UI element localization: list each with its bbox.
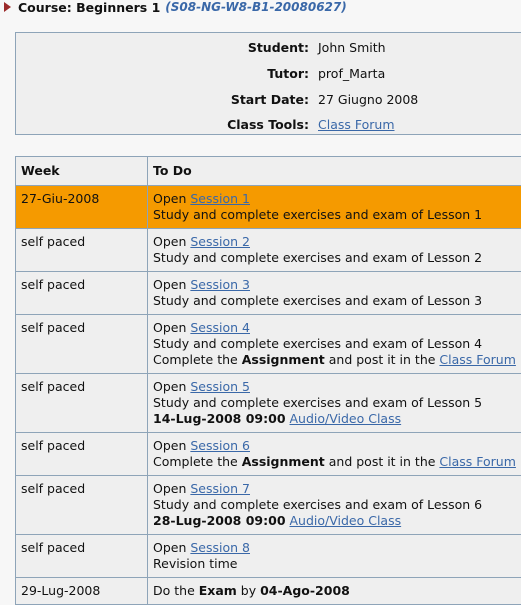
session-1-link[interactable]: Session 1 (190, 191, 250, 206)
session-4-link[interactable]: Session 4 (190, 320, 250, 335)
course-header: Course: Beginners 1 (S08-NG-W8-B1-200806… (4, 0, 347, 14)
table-header-row: Week To Do (16, 157, 521, 186)
todo-cell: Open Session 1 Study and complete exerci… (148, 186, 521, 229)
assignment-text: Assignment (242, 352, 325, 367)
todo-cell: Open Session 6 Complete the Assignment a… (148, 433, 521, 476)
class-forum-link[interactable]: Class Forum (439, 352, 516, 367)
tutor-label: Tutor: (267, 66, 309, 81)
assignment-text: Assignment (242, 454, 325, 469)
audio-video-class-link[interactable]: Audio/Video Class (290, 411, 402, 426)
table-row: self paced Open Session 4 Study and comp… (16, 315, 521, 374)
study-text: Study and complete exercises and exam of… (153, 293, 482, 308)
start-date-value: 27 Giugno 2008 (318, 92, 418, 107)
table-row: self paced Open Session 6 Complete the A… (16, 433, 521, 476)
todo-cell: Open Session 2 Study and complete exerci… (148, 229, 521, 272)
table-row-exam: 29-Lug-2008 Do the Exam by 04-Ago-2008 (16, 578, 521, 605)
week-cell: self paced (16, 315, 148, 374)
course-code: (S08-NG-W8-B1-20080627) (165, 0, 346, 14)
class-tools-row: Class Tools: Class Forum (16, 117, 521, 137)
session-6-link[interactable]: Session 6 (190, 438, 250, 453)
tutor-row: Tutor: prof_Marta (16, 66, 521, 86)
session-5-link[interactable]: Session 5 (190, 379, 250, 394)
study-text: Revision time (153, 556, 237, 571)
start-date-label: Start Date: (231, 92, 309, 107)
session-2-link[interactable]: Session 2 (190, 234, 250, 249)
todo-cell: Open Session 5 Study and complete exerci… (148, 374, 521, 433)
todo-cell: Open Session 4 Study and complete exerci… (148, 315, 521, 374)
week-cell: self paced (16, 272, 148, 315)
study-text: Study and complete exercises and exam of… (153, 497, 482, 512)
week-cell: 29-Lug-2008 (16, 578, 148, 605)
session-7-link[interactable]: Session 7 (190, 481, 250, 496)
table-row: self paced Open Session 7 Study and comp… (16, 476, 521, 535)
table-row: self paced Open Session 2 Study and comp… (16, 229, 521, 272)
tutor-value: prof_Marta (318, 66, 385, 81)
session-3-link[interactable]: Session 3 (190, 277, 250, 292)
todo-cell: Open Session 3 Study and complete exerci… (148, 272, 521, 315)
schedule-table: Week To Do 27-Giu-2008 Open Session 1 St… (15, 156, 521, 605)
study-text: Study and complete exercises and exam of… (153, 395, 482, 410)
class-forum-link[interactable]: Class Forum (439, 454, 516, 469)
table-row: self paced Open Session 8 Revision time (16, 535, 521, 578)
todo-column-header: To Do (148, 157, 521, 186)
study-text: Study and complete exercises and exam of… (153, 336, 482, 351)
student-label: Student: (248, 40, 309, 55)
study-text: Study and complete exercises and exam of… (153, 250, 482, 265)
week-cell: 27-Giu-2008 (16, 186, 148, 229)
study-text: Study and complete exercises and exam of… (153, 207, 482, 222)
week-cell: self paced (16, 433, 148, 476)
table-row: self paced Open Session 5 Study and comp… (16, 374, 521, 433)
todo-cell: Open Session 7 Study and complete exerci… (148, 476, 521, 535)
course-title: Course: Beginners 1 (18, 0, 160, 15)
class-tools-label: Class Tools: (227, 117, 309, 132)
student-value: John Smith (318, 40, 386, 55)
todo-cell: Open Session 8 Revision time (148, 535, 521, 578)
week-cell: self paced (16, 374, 148, 433)
class-forum-link[interactable]: Class Forum (318, 117, 395, 132)
exam-deadline: 04-Ago-2008 (260, 583, 350, 598)
table-row-current: 27-Giu-2008 Open Session 1 Study and com… (16, 186, 521, 229)
student-row: Student: John Smith (16, 40, 521, 60)
audio-video-class-link[interactable]: Audio/Video Class (290, 513, 402, 528)
week-column-header: Week (16, 157, 148, 186)
class-datetime: 14-Lug-2008 09:00 (153, 411, 286, 426)
class-datetime: 28-Lug-2008 09:00 (153, 513, 286, 528)
table-row: self paced Open Session 3 Study and comp… (16, 272, 521, 315)
week-cell: self paced (16, 476, 148, 535)
todo-cell: Do the Exam by 04-Ago-2008 (148, 578, 521, 605)
week-cell: self paced (16, 229, 148, 272)
start-date-row: Start Date: 27 Giugno 2008 (16, 92, 521, 112)
session-8-link[interactable]: Session 8 (190, 540, 250, 555)
course-info-panel: Student: John Smith Tutor: prof_Marta St… (15, 32, 521, 135)
exam-text: Exam (199, 583, 237, 598)
triangle-bullet-icon (4, 2, 11, 12)
week-cell: self paced (16, 535, 148, 578)
